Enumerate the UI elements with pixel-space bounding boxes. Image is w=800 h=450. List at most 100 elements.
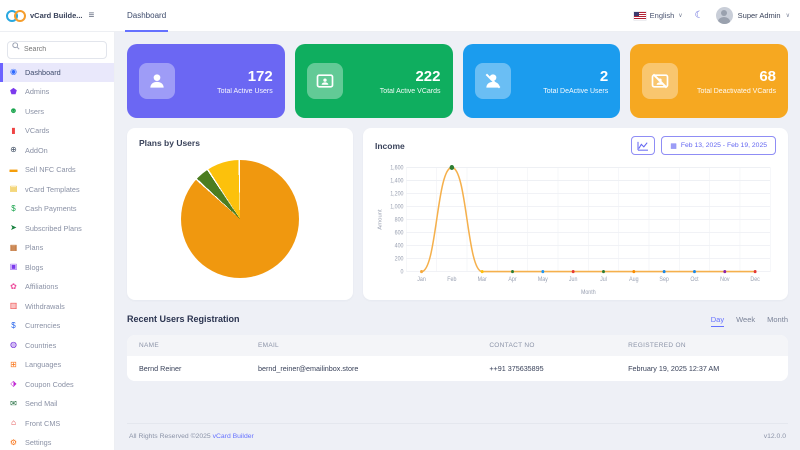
table-cell: ++91 375635895 <box>477 356 616 381</box>
svg-text:Aug: Aug <box>629 277 638 283</box>
languages-icon: ⊞ <box>9 361 18 369</box>
sidebar-item-cash-payments[interactable]: $ Cash Payments <box>0 199 114 219</box>
hamburger-menu-icon[interactable]: ≡ <box>89 10 95 21</box>
version-label: v12.0.0 <box>764 433 786 440</box>
sidebar-item-countries[interactable]: ◍Countries <box>0 336 114 356</box>
footer: All Rights Reserved ©2025 vCard Builder … <box>127 423 788 450</box>
sidebar-item-label: Send Mail <box>25 399 57 408</box>
svg-text:Jun: Jun <box>569 277 578 283</box>
coupon-codes-icon: ⬗ <box>9 380 18 388</box>
sidebar-item-vcards[interactable]: ▮VCards <box>0 121 114 141</box>
avatar <box>716 7 733 24</box>
sidebar-item-withdrawals[interactable]: ▥Withdrawals <box>0 297 114 317</box>
top-header: Dashboard English ∨ ☾ Super Admin ∨ <box>115 0 800 32</box>
recent-tab-month[interactable]: Month <box>767 315 788 327</box>
stat-label: Total DeActive Users <box>543 88 608 95</box>
sidebar-item-label: VCards <box>25 126 49 135</box>
sidebar-item-dashboard[interactable]: ◉Dashboard <box>0 63 114 83</box>
sidebar-item-subscribed-plans[interactable]: ➤Subscribed Plans <box>0 219 114 239</box>
subscribed-plans-icon: ➤ <box>9 224 18 232</box>
calendar-icon: ▦ <box>670 142 677 150</box>
footer-brand-link[interactable]: vCard Builder <box>213 433 254 440</box>
user-slash-icon <box>475 63 511 99</box>
date-range-label: Feb 13, 2025 - Feb 19, 2025 <box>681 142 767 149</box>
recent-tab-day[interactable]: Day <box>711 315 724 327</box>
sidebar-item-currencies[interactable]: $Currencies <box>0 316 114 336</box>
sidebar-item-blogs[interactable]: ▣ Blogs <box>0 258 114 278</box>
plans-by-users-card: Plans by Users <box>127 128 353 300</box>
sidebar-item-label: Settings <box>25 438 51 447</box>
search-input[interactable] <box>7 41 107 59</box>
sidebar-item-label: Users <box>25 107 44 116</box>
sidebar-item-label: Dashboard <box>25 68 61 77</box>
table-cell: bernd_reiner@emailinbox.store <box>246 356 477 381</box>
column-header-registered-on: REGISTERED ON <box>616 335 788 356</box>
sidebar-item-coupon-codes[interactable]: ⬗Coupon Codes <box>0 375 114 395</box>
svg-text:200: 200 <box>395 256 404 262</box>
nfc-cards-icon: ▬ <box>9 166 18 174</box>
templates-icon: ▤ <box>9 185 18 193</box>
svg-text:1,600: 1,600 <box>390 165 403 171</box>
sidebar-item-label: Cash Payments <box>25 204 77 213</box>
sidebar-item-users[interactable]: ☻ Users <box>0 102 114 122</box>
sidebar-item-label: Sell NFC Cards <box>25 165 76 174</box>
recent-users-section: Recent Users Registration Day Week Month N… <box>127 314 788 381</box>
stat-card-total-active-vcards: 222Total Active VCards <box>295 44 453 118</box>
recent-users-title: Recent Users Registration <box>127 314 240 324</box>
cash-payments-icon: $ <box>9 205 18 213</box>
infinity-logo-icon <box>6 10 26 22</box>
svg-text:Jan: Jan <box>417 277 426 283</box>
main-content: 172Total Active Users222Total Active VCa… <box>115 32 800 450</box>
stat-card-total-deactivated-vcards: 68Total Deactivated VCards <box>630 44 788 118</box>
sidebar-item-addon[interactable]: ⊕AddOn <box>0 141 114 161</box>
sidebar-item-label: Front CMS <box>25 419 60 428</box>
sidebar-item-admins[interactable]: ⬟Admins <box>0 82 114 102</box>
svg-text:Feb: Feb <box>447 277 456 283</box>
tab-dashboard[interactable]: Dashboard <box>125 0 168 32</box>
sidebar-item-plans[interactable]: ▦Plans <box>0 238 114 258</box>
recent-tab-week[interactable]: Week <box>736 315 755 327</box>
income-line-chart: 02004006008001,0001,2001,4001,600JanFebM… <box>375 159 776 296</box>
user-menu[interactable]: Super Admin ∨ <box>716 7 790 24</box>
sidebar-item-label: Admins <box>25 87 49 96</box>
stat-value: 222 <box>380 68 441 86</box>
table-header-row: NAMEEMAILCONTACT NOREGISTERED ON <box>127 335 788 356</box>
search-icon <box>12 42 20 50</box>
language-selector[interactable]: English ∨ <box>634 11 683 20</box>
front-cms-icon: ⌂ <box>9 419 18 427</box>
sidebar-item-settings[interactable]: ⚙ Settings <box>0 433 114 450</box>
stat-card-total-active-users: 172Total Active Users <box>127 44 285 118</box>
sidebar-item-label: vCard Templates <box>25 185 80 194</box>
sidebar-item-label: Languages <box>25 360 61 369</box>
chevron-down-icon: ∨ <box>678 12 682 19</box>
plans-by-users-pie-chart <box>181 160 299 278</box>
plans-by-users-title: Plans by Users <box>139 138 341 148</box>
svg-text:Sep: Sep <box>659 277 668 283</box>
chart-type-button[interactable] <box>631 136 655 155</box>
chevron-down-icon: ∨ <box>786 12 790 19</box>
line-chart-icon <box>637 141 649 151</box>
sidebar: ◉Dashboard⬟Admins ☻ Users ▮VCards⊕AddOn ▬ Sel… <box>0 32 115 450</box>
dark-mode-toggle-moon-icon[interactable]: ☾ <box>695 10 704 21</box>
recent-users-tabs: Day Week Month <box>711 315 788 327</box>
sidebar-item-front-cms[interactable]: ⌂ Front CMS <box>0 414 114 434</box>
table-cell: February 19, 2025 12:37 AM <box>616 356 788 381</box>
svg-text:Jul: Jul <box>600 277 607 283</box>
sidebar-item-affiliations[interactable]: ✿Affiliations <box>0 277 114 297</box>
us-flag-icon <box>634 12 646 20</box>
sidebar-item-vcard-templates[interactable]: ▤ vCard Templates <box>0 180 114 200</box>
sidebar-item-label: Blogs <box>25 263 43 272</box>
svg-text:1,200: 1,200 <box>390 191 403 197</box>
svg-text:Month: Month <box>581 290 596 296</box>
users-icon: ☻ <box>9 107 18 115</box>
svg-text:600: 600 <box>395 230 404 236</box>
brand-name: vCard Builde... <box>30 11 83 20</box>
svg-text:Oct: Oct <box>690 277 699 283</box>
sidebar-item-languages[interactable]: ⊞ Languages <box>0 355 114 375</box>
sidebar-item-label: Affiliations <box>25 282 58 291</box>
sidebar-item-send-mail[interactable]: ✉Send Mail <box>0 394 114 414</box>
date-range-button[interactable]: ▦ Feb 13, 2025 - Feb 19, 2025 <box>661 136 776 155</box>
settings-icon: ⚙ <box>9 439 18 447</box>
blogs-icon: ▣ <box>9 263 18 271</box>
sidebar-item-sell-nfc-cards[interactable]: ▬ Sell NFC Cards <box>0 160 114 180</box>
